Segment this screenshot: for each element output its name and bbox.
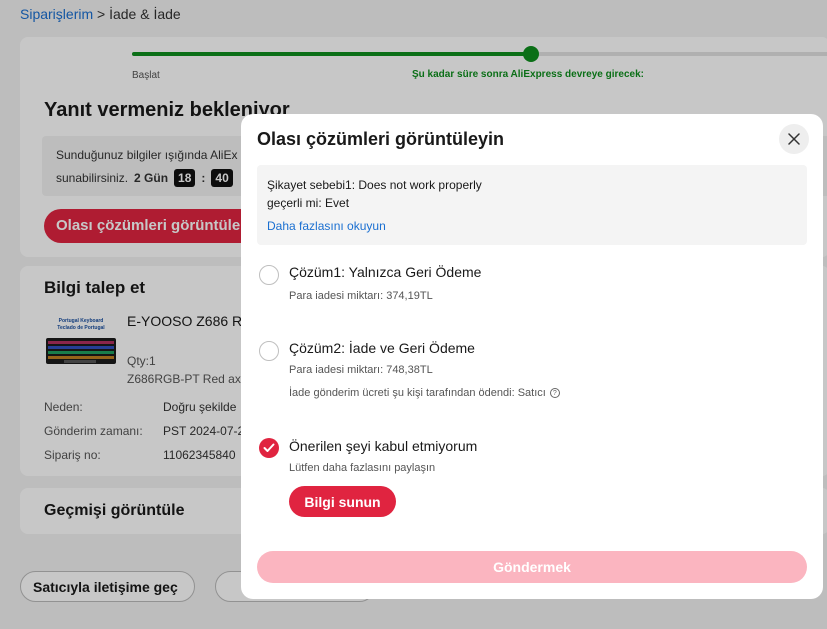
submit-button[interactable]: Göndermek bbox=[257, 551, 807, 583]
reject-option-title[interactable]: Önerilen şeyi kabul etmiyorum bbox=[289, 438, 477, 454]
reject-option-hint: Lütfen daha fazlasını paylaşın bbox=[289, 462, 436, 474]
complaint-reason: Şikayet sebebi1: Does not work properly bbox=[267, 178, 482, 192]
complaint-valid: geçerli mi: Evet bbox=[267, 196, 350, 210]
modal-title: Olası çözümleri görüntüleyin bbox=[257, 129, 505, 149]
solution-2-radio[interactable] bbox=[259, 341, 279, 361]
solution-1-amount: Para iadesi miktarı: 374,19TL bbox=[289, 290, 433, 302]
info-icon[interactable]: ? bbox=[549, 388, 560, 398]
solution-1-radio[interactable] bbox=[259, 265, 279, 285]
checkmark-icon bbox=[263, 443, 275, 452]
solution-2-amount: Para iadesi miktarı: 748,38TL bbox=[289, 364, 433, 376]
complaint-reason-box: Şikayet sebebi1: Does not work properly … bbox=[257, 165, 807, 245]
read-more-link[interactable]: Daha fazlasını okuyun bbox=[267, 219, 386, 233]
shipping-note-text: İade gönderim ücreti şu kişi tarafından … bbox=[289, 387, 546, 399]
solution-2-title[interactable]: Çözüm2: İade ve Geri Ödeme bbox=[289, 340, 475, 356]
close-icon bbox=[788, 133, 800, 145]
solution-1-title[interactable]: Çözüm1: Yalnızca Geri Ödeme bbox=[289, 264, 481, 280]
provide-info-button[interactable]: Bilgi sunun bbox=[289, 486, 396, 517]
solutions-modal: Olası çözümleri görüntüleyin Şikayet seb… bbox=[241, 114, 823, 599]
solution-2-shipping-note: İade gönderim ücreti şu kişi tarafından … bbox=[289, 387, 560, 399]
modal-close-button[interactable] bbox=[779, 124, 809, 154]
reject-option-radio[interactable] bbox=[259, 438, 279, 458]
